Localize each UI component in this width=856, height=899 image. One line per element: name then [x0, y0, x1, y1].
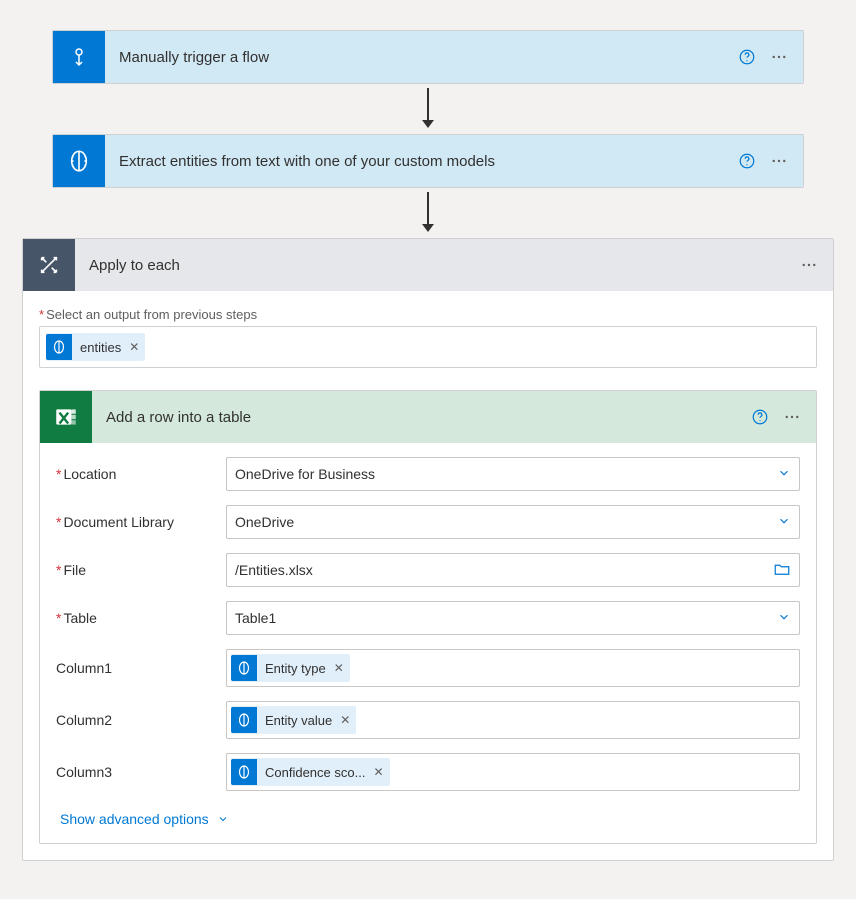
brain-icon — [231, 707, 257, 733]
token-label: Entity value — [265, 713, 332, 728]
file-label: *File — [56, 562, 216, 578]
token-label: Confidence sco... — [265, 765, 365, 780]
step-title: Add a row into a table — [92, 409, 744, 426]
token-remove-button[interactable]: ✕ — [129, 340, 139, 354]
connector-arrow — [418, 84, 438, 134]
brain-icon — [53, 135, 105, 187]
file-picker[interactable]: /Entities.xlsx — [226, 553, 800, 587]
token-entity-type[interactable]: Entity type ✕ — [231, 654, 350, 682]
col3-input[interactable]: Confidence sco... ✕ — [226, 753, 800, 791]
location-select[interactable]: OneDrive for Business — [226, 457, 800, 491]
doclib-select[interactable]: OneDrive — [226, 505, 800, 539]
more-button[interactable] — [763, 145, 795, 177]
token-remove-button[interactable]: ✕ — [334, 661, 344, 675]
output-selector-label: *Select an output from previous steps — [39, 307, 817, 322]
loop-icon — [23, 239, 75, 291]
brain-icon — [231, 655, 257, 681]
flow-step-extract[interactable]: Extract entities from text with one of y… — [52, 134, 804, 188]
flow-step-apply-to-each: Apply to each *Select an output from pre… — [22, 238, 834, 861]
token-label: entities — [80, 340, 121, 355]
flow-step-add-row: Add a row into a table *Location OneDriv… — [39, 390, 817, 844]
touch-icon — [53, 31, 105, 83]
token-confidence-score[interactable]: Confidence sco... ✕ — [231, 758, 390, 786]
col3-label: Column3 — [56, 764, 216, 780]
more-button[interactable] — [763, 41, 795, 73]
step-title: Manually trigger a flow — [105, 49, 731, 66]
excel-icon — [40, 391, 92, 443]
brain-icon — [231, 759, 257, 785]
more-button[interactable] — [776, 401, 808, 433]
table-select[interactable]: Table1 — [226, 601, 800, 635]
apply-header[interactable]: Apply to each — [23, 239, 833, 291]
help-button[interactable] — [744, 401, 776, 433]
token-entity-value[interactable]: Entity value ✕ — [231, 706, 356, 734]
token-entities[interactable]: entities ✕ — [46, 333, 145, 361]
chevron-down-icon — [777, 610, 791, 627]
help-button[interactable] — [731, 145, 763, 177]
step-title: Apply to each — [75, 257, 793, 274]
output-selector-input[interactable]: entities ✕ — [39, 326, 817, 368]
token-remove-button[interactable]: ✕ — [340, 713, 350, 727]
add-row-header[interactable]: Add a row into a table — [40, 391, 816, 443]
location-label: *Location — [56, 466, 216, 482]
flow-step-trigger[interactable]: Manually trigger a flow — [52, 30, 804, 84]
token-label: Entity type — [265, 661, 326, 676]
token-remove-button[interactable]: ✕ — [373, 765, 383, 779]
step-title: Extract entities from text with one of y… — [105, 153, 731, 170]
help-button[interactable] — [731, 41, 763, 73]
chevron-down-icon — [217, 813, 229, 825]
col1-label: Column1 — [56, 660, 216, 676]
brain-icon — [46, 334, 72, 360]
chevron-down-icon — [777, 466, 791, 483]
col2-label: Column2 — [56, 712, 216, 728]
doclib-label: *Document Library — [56, 514, 216, 530]
more-button[interactable] — [793, 249, 825, 281]
chevron-down-icon — [777, 514, 791, 531]
show-advanced-options-button[interactable]: Show advanced options — [56, 805, 233, 841]
table-label: *Table — [56, 610, 216, 626]
col2-input[interactable]: Entity value ✕ — [226, 701, 800, 739]
col1-input[interactable]: Entity type ✕ — [226, 649, 800, 687]
folder-icon[interactable] — [773, 560, 791, 581]
connector-arrow — [418, 188, 438, 238]
